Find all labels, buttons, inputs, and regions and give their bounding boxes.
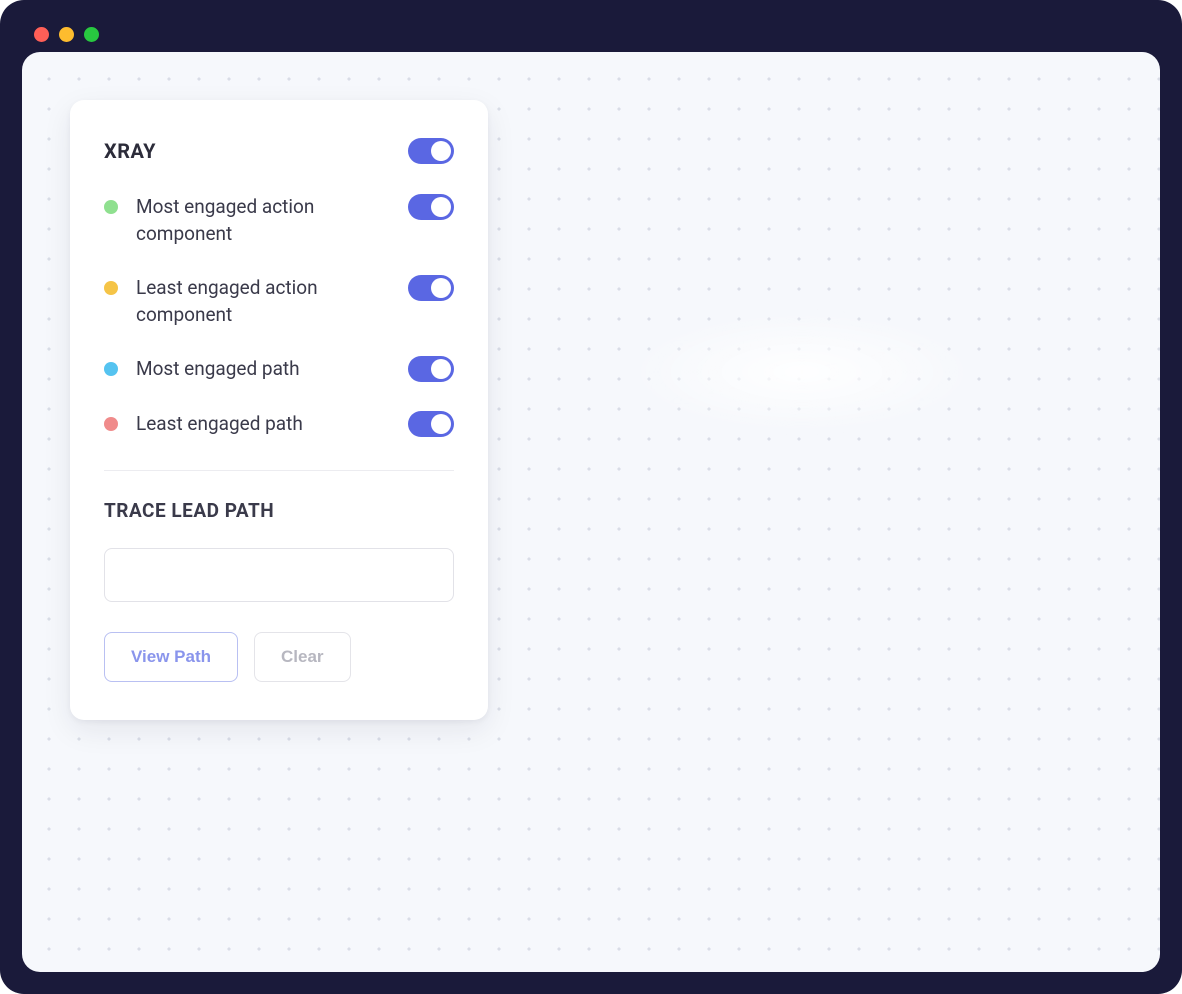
xray-panel: XRAY Most engaged action component Least… — [70, 100, 488, 720]
option-least-engaged-path: Least engaged path — [104, 411, 454, 438]
option-toggle[interactable] — [408, 194, 454, 220]
canvas-area: XRAY Most engaged action component Least… — [22, 52, 1160, 972]
option-most-engaged-path: Most engaged path — [104, 356, 454, 383]
option-label: Least engaged path — [136, 411, 390, 438]
option-label: Least engaged action component — [136, 275, 390, 328]
option-toggle[interactable] — [408, 356, 454, 382]
trace-button-row: View Path Clear — [104, 632, 454, 682]
view-path-button[interactable]: View Path — [104, 632, 238, 682]
xray-title: XRAY — [104, 139, 156, 163]
app-window: XRAY Most engaged action component Least… — [0, 0, 1182, 994]
legend-dot-icon — [104, 200, 118, 214]
canvas-placeholder-cloud — [542, 282, 1062, 462]
xray-master-toggle[interactable] — [408, 138, 454, 164]
trace-lead-path-input[interactable] — [104, 548, 454, 602]
xray-option-list: Most engaged action component Least enga… — [104, 194, 454, 438]
legend-dot-icon — [104, 362, 118, 376]
minimize-window-button[interactable] — [59, 27, 74, 42]
close-window-button[interactable] — [34, 27, 49, 42]
clear-button[interactable]: Clear — [254, 632, 351, 682]
maximize-window-button[interactable] — [84, 27, 99, 42]
legend-dot-icon — [104, 417, 118, 431]
panel-divider — [104, 470, 454, 471]
option-label: Most engaged action component — [136, 194, 390, 247]
xray-panel-header: XRAY — [104, 138, 454, 164]
window-titlebar — [22, 16, 1160, 52]
legend-dot-icon — [104, 281, 118, 295]
option-least-engaged-action: Least engaged action component — [104, 275, 454, 328]
option-most-engaged-action: Most engaged action component — [104, 194, 454, 247]
option-toggle[interactable] — [408, 275, 454, 301]
option-label: Most engaged path — [136, 356, 390, 383]
trace-lead-path-title: TRACE LEAD PATH — [104, 499, 454, 522]
option-toggle[interactable] — [408, 411, 454, 437]
